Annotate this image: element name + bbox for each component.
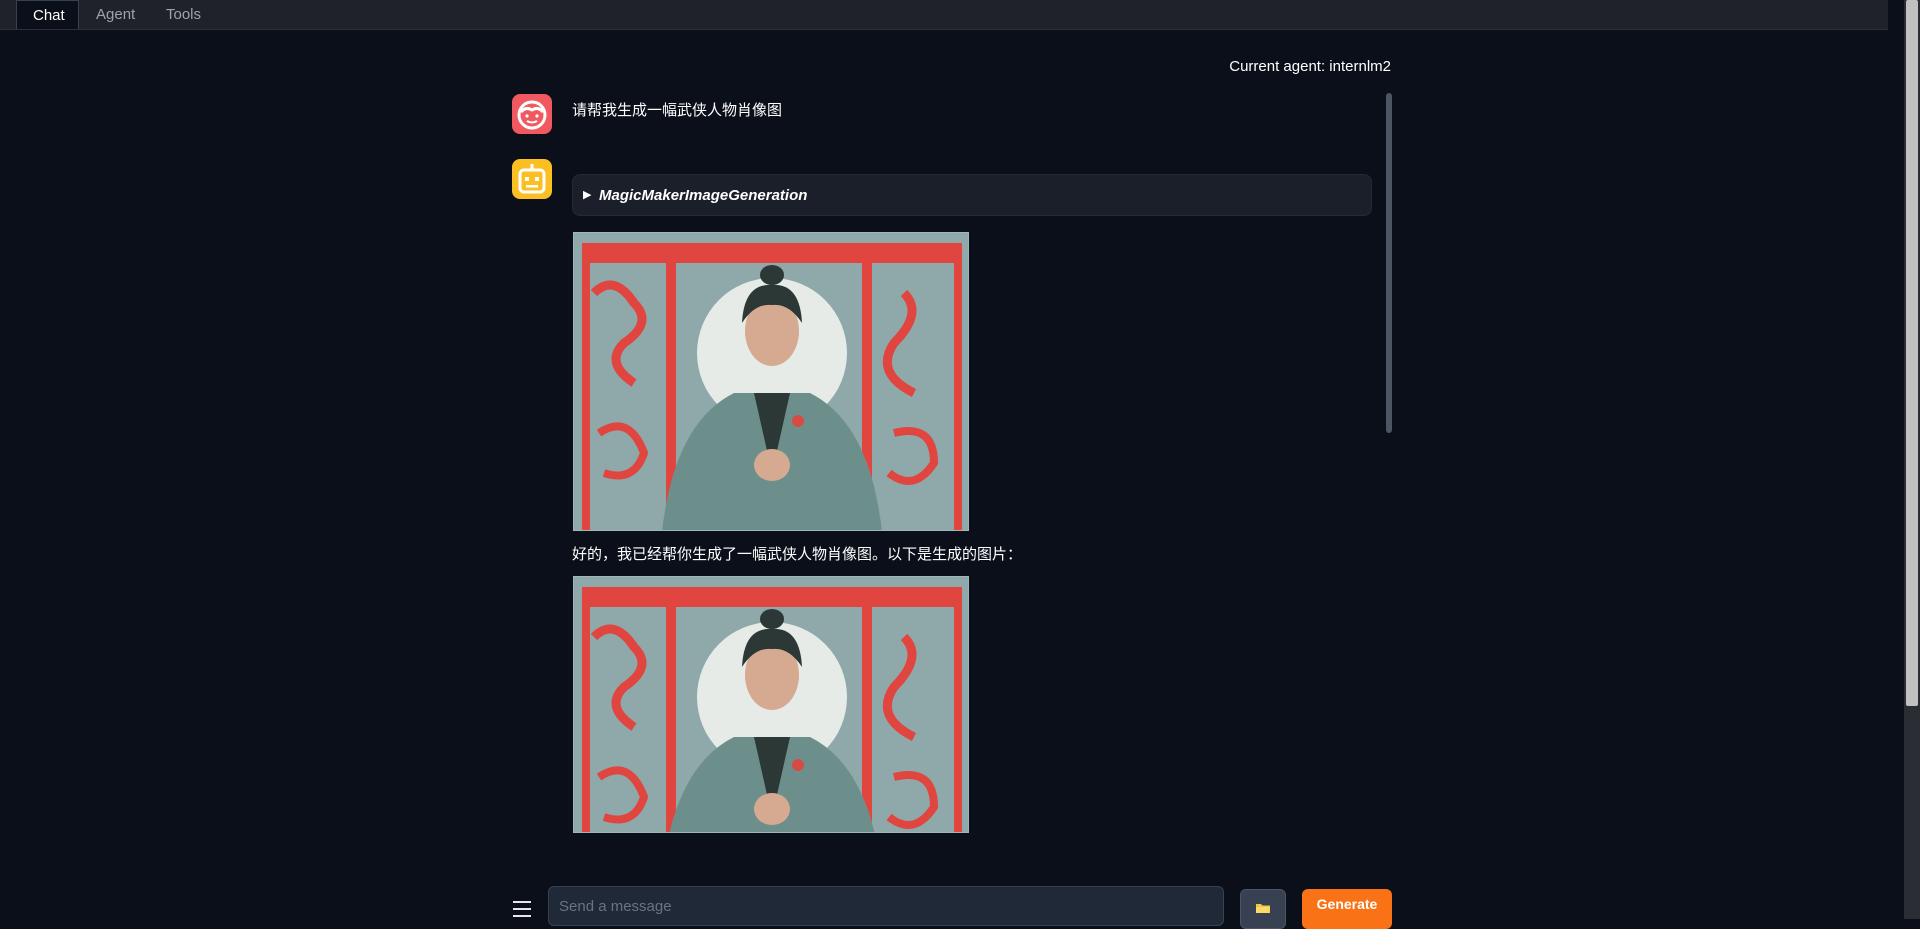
tab-agent[interactable]: Agent xyxy=(80,0,150,29)
expand-triangle-icon: ▶ xyxy=(583,189,592,201)
page-scrollbar-thumb[interactable] xyxy=(1906,0,1918,706)
generated-image xyxy=(573,232,969,531)
menu-icon[interactable] xyxy=(512,898,532,919)
chat-scrollbar[interactable] xyxy=(1386,93,1392,433)
tool-call-name: MagicMakerImageGeneration xyxy=(599,187,808,204)
assistant-message-text: 好的，我已经帮你生成了一幅武侠人物肖像图。以下是生成的图片： xyxy=(572,546,1023,563)
tab-chat[interactable]: Chat xyxy=(16,0,79,29)
robot-avatar-icon xyxy=(512,159,552,199)
top-tab-bar: Chat Agent Tools xyxy=(0,0,1888,30)
generated-image xyxy=(573,576,969,833)
current-agent-label: Current agent: internlm2 xyxy=(1229,58,1391,75)
folder-icon xyxy=(1256,903,1270,913)
message-input[interactable] xyxy=(548,886,1224,926)
user-avatar-icon xyxy=(512,94,552,134)
tab-tools[interactable]: Tools xyxy=(150,0,216,29)
upload-button[interactable] xyxy=(1240,889,1286,929)
generate-button[interactable]: Generate xyxy=(1302,889,1392,929)
user-message-text: 请帮我生成一幅武侠人物肖像图 xyxy=(572,102,783,119)
tool-call-accordion[interactable]: ▶ MagicMakerImageGeneration xyxy=(572,174,1372,216)
